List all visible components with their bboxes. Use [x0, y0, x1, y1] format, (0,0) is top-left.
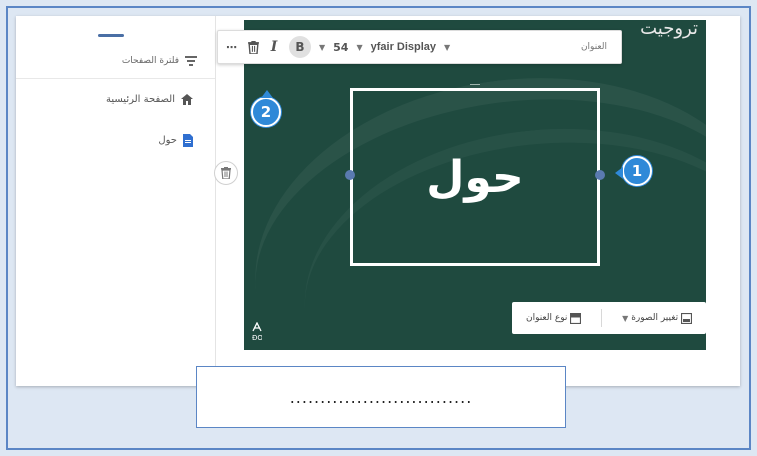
sidebar-item-about[interactable]: حول	[158, 134, 193, 147]
sidebar-item-home[interactable]: الصفحة الرئيسية	[106, 94, 193, 105]
title-type-button[interactable]: نوع العنوان	[525, 312, 582, 324]
chevron-down-icon[interactable]: ▼	[319, 43, 325, 52]
svg-text:ÐO: ÐO	[252, 334, 262, 342]
font-family-select[interactable]: yfair Display	[371, 41, 436, 53]
layout-toolbar: تغيير الصورة ▼ نوع العنوان	[512, 302, 706, 334]
sidebar-item-label: الصفحة الرئيسية	[106, 94, 175, 105]
site-title: تروجيت	[640, 20, 698, 39]
chevron-down-icon[interactable]: ▼	[356, 43, 362, 52]
italic-button[interactable]: I	[267, 35, 281, 59]
filter-icon	[185, 56, 197, 66]
font-a-icon: ÐO	[252, 321, 263, 342]
text-format-toolbar: ⋯ I B ▼ 54 ▼ yfair Display ▼ العنوان	[217, 30, 622, 64]
change-image-label: تغيير الصورة	[631, 313, 679, 323]
trash-icon	[248, 40, 259, 54]
chevron-down-icon: ▼	[622, 313, 629, 323]
resize-handle-right[interactable]	[595, 170, 605, 180]
filter-label: فلترة الصفحات	[121, 56, 179, 66]
font-size-select[interactable]: 54	[333, 41, 348, 54]
title-type-label: نوع العنوان	[525, 313, 568, 323]
more-options-button[interactable]: ⋯	[224, 35, 240, 59]
image-icon	[681, 312, 693, 324]
home-icon	[181, 94, 193, 105]
layout-icon	[570, 312, 582, 324]
delete-section-button[interactable]	[214, 161, 238, 185]
bold-button[interactable]: B	[289, 36, 311, 58]
title-text[interactable]: حول	[426, 152, 523, 203]
sidebar-divider	[16, 78, 215, 79]
toolbar-separator	[601, 309, 603, 327]
page-icon	[183, 134, 193, 147]
trash-icon	[221, 167, 231, 179]
answer-box[interactable]: ..............................	[196, 366, 566, 428]
delete-button[interactable]	[248, 35, 259, 59]
filter-pages[interactable]: فلترة الصفحات	[122, 50, 197, 72]
resize-handle-left[interactable]	[345, 170, 355, 180]
pages-sidebar: فلترة الصفحات الصفحة الرئيسية حول	[16, 16, 216, 386]
chevron-down-icon[interactable]: ▼	[444, 43, 450, 52]
callout-badge-1: 1	[615, 156, 652, 186]
change-image-button[interactable]: تغيير الصورة ▼	[622, 312, 693, 324]
text-style-icon[interactable]: ÐO	[252, 321, 263, 345]
editor-window: فلترة الصفحات الصفحة الرئيسية حول تروجيت…	[16, 16, 740, 386]
sidebar-tab-indicator	[98, 34, 124, 37]
sidebar-item-label: حول	[158, 135, 177, 146]
heading-style-select[interactable]: العنوان	[581, 42, 615, 52]
callout-badge-2: 2	[251, 90, 281, 127]
title-textbox[interactable]: حول	[350, 88, 600, 266]
